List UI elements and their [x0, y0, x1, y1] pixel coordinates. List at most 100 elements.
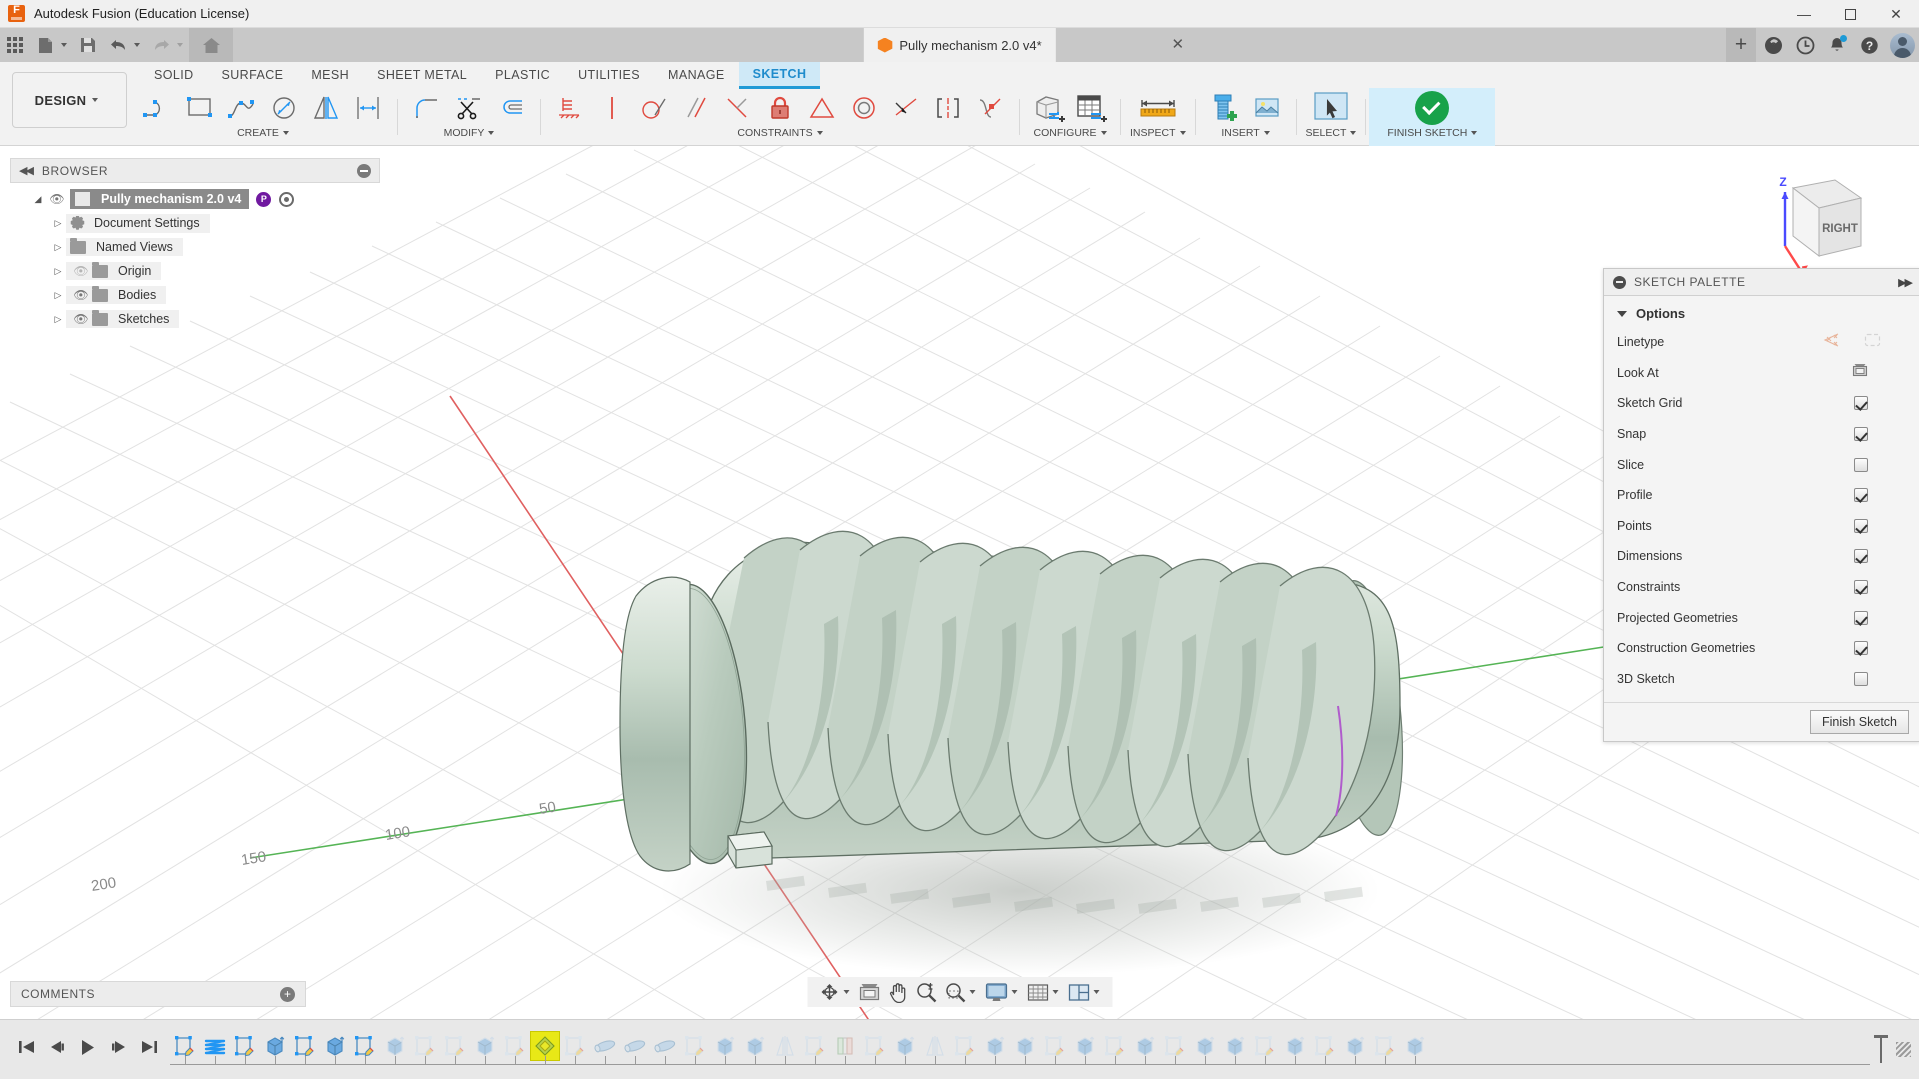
tree-node-document-settings[interactable]: ▷ Document Settings [10, 211, 380, 235]
offset-tool-icon[interactable] [491, 89, 531, 127]
orbit-chevron-down-icon[interactable] [843, 990, 849, 994]
tree-node-origin[interactable]: ▷ 👁 Origin [10, 259, 380, 283]
insert-image-icon[interactable] [1247, 89, 1287, 127]
tab-utilities[interactable]: UTILITIES [564, 63, 654, 87]
viewports-chevron-down-icon[interactable] [1093, 990, 1099, 994]
expand-triangle-icon[interactable]: ◢ [30, 194, 46, 205]
zoom-tool[interactable] [912, 977, 940, 1007]
home-icon[interactable] [189, 28, 233, 62]
document-tab[interactable]: Pully mechanism 2.0 v4* [863, 28, 1056, 62]
curvature-constraint-icon[interactable] [970, 89, 1010, 127]
line-tool-icon[interactable] [138, 89, 178, 127]
look-at-icon[interactable] [1852, 363, 1868, 382]
visibility-eye-off-icon[interactable]: 👁 [70, 264, 92, 278]
configure-model-icon[interactable] [1029, 89, 1069, 127]
expand-icon[interactable]: ▶▶ [1898, 276, 1913, 289]
mirror-tool-icon[interactable] [306, 89, 346, 127]
timeline-end-marker[interactable] [1874, 1034, 1888, 1063]
rectangle-tool-icon[interactable] [180, 89, 220, 127]
zoom-window-tool[interactable] [941, 977, 980, 1007]
browser-minimize-icon[interactable] [357, 163, 371, 178]
expand-triangle-icon[interactable]: ▷ [50, 218, 66, 229]
expand-triangle-icon[interactable]: ▷ [50, 242, 66, 253]
pan-tool[interactable] [884, 977, 911, 1007]
tab-surface[interactable]: SURFACE [208, 63, 298, 87]
tab-sketch[interactable]: SKETCH [738, 61, 821, 89]
app-grid-icon[interactable] [0, 30, 30, 60]
sketch-palette-header[interactable]: SKETCH PALETTE ▶▶ [1604, 269, 1919, 296]
help-icon[interactable]: ? [1854, 30, 1884, 60]
step-forward-icon[interactable] [110, 1039, 127, 1060]
orbit-tool[interactable] [815, 977, 854, 1007]
browser-collapse-arrows-icon[interactable]: ◀◀ [19, 164, 34, 177]
close-button[interactable]: ✕ [1873, 0, 1919, 28]
spline-tool-icon[interactable] [222, 89, 262, 127]
select-cursor-icon[interactable] [1307, 89, 1355, 127]
tab-mesh[interactable]: MESH [297, 63, 363, 87]
undo-icon[interactable] [103, 30, 133, 60]
insert-mcmaster-bolt-icon[interactable] [1205, 89, 1245, 127]
panel-configure-label[interactable]: CONFIGURE [1034, 127, 1107, 139]
minimize-button[interactable]: — [1781, 0, 1827, 28]
configure-table-icon[interactable] [1071, 89, 1111, 127]
constraints-checkbox[interactable] [1854, 580, 1868, 595]
tab-plastic[interactable]: PLASTIC [481, 63, 564, 87]
document-tab-close-icon[interactable]: ✕ [1172, 35, 1185, 53]
undo-chevron-down-icon[interactable] [134, 43, 140, 47]
panel-insert-label[interactable]: INSERT [1221, 127, 1270, 139]
go-to-end-icon[interactable] [141, 1039, 158, 1060]
new-document-icon[interactable] [30, 30, 60, 60]
timeline-track[interactable] [170, 1027, 1870, 1073]
panel-finish-sketch-label[interactable]: FINISH SKETCH [1387, 127, 1478, 139]
expand-triangle-icon[interactable]: ▷ [50, 290, 66, 301]
save-icon[interactable] [73, 30, 103, 60]
tab-sheet-metal[interactable]: SHEET METAL [363, 63, 481, 87]
component-badge[interactable] [279, 191, 295, 207]
finish-sketch-checkmark-icon[interactable] [1406, 89, 1458, 127]
grid-snap-tool[interactable] [1023, 977, 1063, 1007]
add-comment-icon[interactable]: + [280, 986, 295, 1002]
panel-create-label[interactable]: CREATE [237, 127, 289, 139]
extensions-icon[interactable] [1758, 30, 1788, 60]
visibility-eye-icon[interactable]: 👁 [46, 192, 68, 206]
new-document-chevron-down-icon[interactable] [61, 43, 67, 47]
visibility-eye-icon[interactable]: 👁 [70, 312, 92, 326]
new-tab-button[interactable]: + [1726, 28, 1756, 62]
resize-grip[interactable] [1896, 1042, 1911, 1057]
expand-triangle-icon[interactable]: ▷ [50, 314, 66, 325]
fix-unfix-constraint-icon[interactable] [760, 89, 800, 127]
snap-checkbox[interactable] [1854, 427, 1868, 442]
panel-constraints-label[interactable]: CONSTRAINTS [737, 127, 823, 139]
perpendicular-constraint-icon[interactable] [718, 89, 758, 127]
projected-geometries-checkbox[interactable] [1854, 610, 1868, 625]
vertical-constraint-icon[interactable] [592, 89, 632, 127]
trim-tool-icon[interactable] [449, 89, 489, 127]
grid-snap-chevron-down-icon[interactable] [1052, 990, 1058, 994]
measure-icon[interactable] [1132, 89, 1184, 127]
display-settings-tool[interactable] [981, 977, 1022, 1007]
tree-node-bodies[interactable]: ▷ 👁 Bodies [10, 283, 380, 307]
tree-node-root[interactable]: ◢ 👁 Pully mechanism 2.0 v4 P [10, 187, 380, 211]
design-canvas[interactable]: 200 150 100 50 150 200 [0, 146, 1919, 1019]
tab-solid[interactable]: SOLID [140, 63, 208, 87]
offset-dimension-tool-icon[interactable] [348, 89, 388, 127]
panel-select-label[interactable]: SELECT [1306, 127, 1357, 139]
centerline-linetype-icon[interactable] [1864, 333, 1881, 352]
parallel-constraint-icon[interactable] [676, 89, 716, 127]
step-back-icon[interactable] [49, 1039, 66, 1060]
collinear-constraint-icon[interactable] [886, 89, 926, 127]
redo-chevron-down-icon[interactable] [177, 43, 183, 47]
notifications-bell-icon[interactable] [1822, 30, 1852, 60]
maximize-button[interactable] [1827, 0, 1873, 28]
collapse-icon[interactable] [1613, 275, 1626, 289]
equal-constraint-icon[interactable] [802, 89, 842, 127]
horizontal-vertical-constraint-icon[interactable] [550, 89, 590, 127]
concentric-constraint-icon[interactable] [844, 89, 884, 127]
account-avatar[interactable] [1890, 32, 1915, 58]
circle-tool-icon[interactable] [264, 89, 304, 127]
redo-icon[interactable] [146, 30, 176, 60]
construction-linetype-icon[interactable] [1823, 333, 1840, 352]
slice-checkbox[interactable] [1854, 457, 1868, 472]
zoom-window-chevron-down-icon[interactable] [969, 990, 975, 994]
panel-inspect-label[interactable]: INSPECT [1130, 127, 1186, 139]
